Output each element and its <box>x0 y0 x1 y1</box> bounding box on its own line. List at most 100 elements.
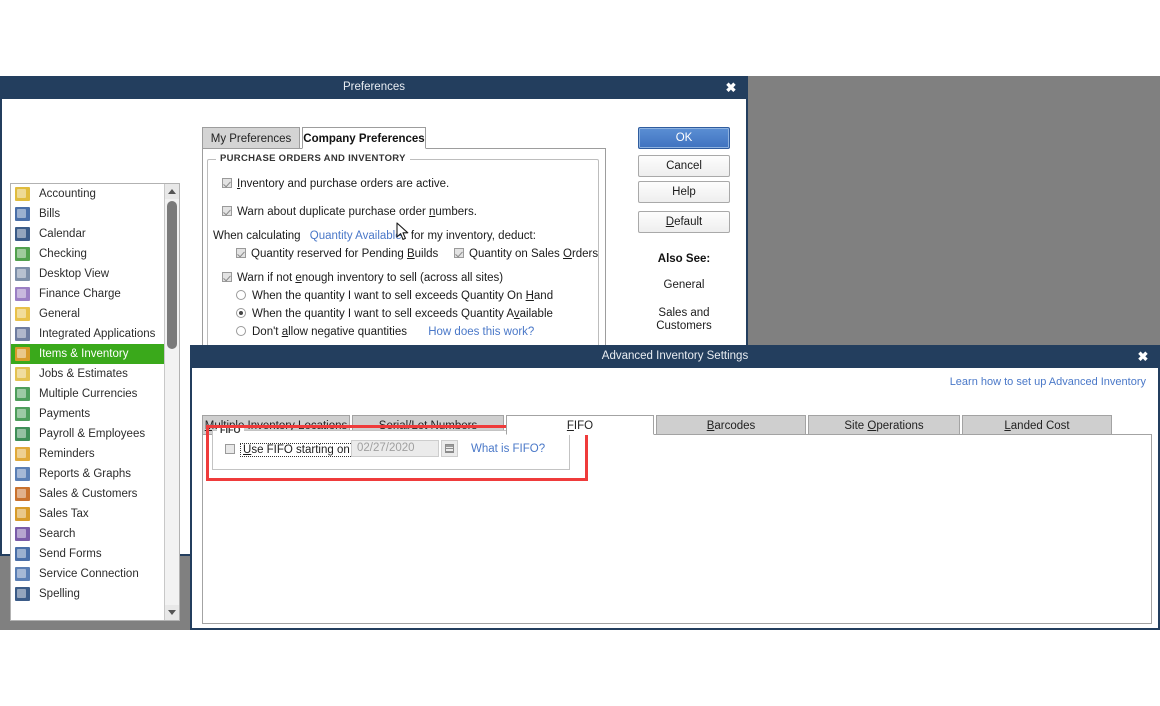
advanced-inventory-titlebar[interactable]: Advanced Inventory Settings ✖ <box>190 345 1160 368</box>
checkbox-pending-builds-box[interactable] <box>236 248 246 258</box>
sidebar-item-label: Search <box>39 528 76 540</box>
scrollbar-thumb[interactable] <box>167 201 177 349</box>
sales-tax-icon <box>15 507 30 521</box>
preferences-sidebar: Accounting Bills Calendar Checking Desktop V… <box>10 183 180 621</box>
checkbox-warn-not-enough-inventory[interactable]: Warn if not enough inventory to sell (ac… <box>222 272 503 284</box>
help-button[interactable]: Help <box>638 181 730 203</box>
tab-site-operations[interactable]: Site Operations <box>808 415 960 435</box>
advanced-inventory-body: Learn how to set up Advanced Inventory M… <box>190 368 1160 630</box>
radio-exceeds-quantity-available-box[interactable] <box>236 308 246 318</box>
send-forms-icon <box>15 547 30 561</box>
radio-exceeds-quantity-on-hand[interactable]: When the quantity I want to sell exceeds… <box>236 290 553 302</box>
also-see-link-sales-and-customers[interactable]: Sales and Customers <box>632 307 736 333</box>
scroll-down-arrow-icon[interactable] <box>165 605 179 620</box>
tab-landed-cost[interactable]: Landed Cost <box>962 415 1112 435</box>
sidebar-item-checking[interactable]: Checking <box>11 244 179 264</box>
close-icon[interactable]: ✖ <box>1134 348 1152 365</box>
default-button[interactable]: Default <box>638 211 730 233</box>
general-icon <box>15 307 30 321</box>
sidebar-item-label: Payments <box>39 408 91 420</box>
sidebar-item-general[interactable]: General <box>11 304 179 324</box>
tab-my-preferences[interactable]: My Preferences <box>202 127 300 149</box>
sidebar-item-payments[interactable]: Payments <box>11 404 179 424</box>
checkbox-warn-not-enough-inventory-box[interactable] <box>222 272 232 282</box>
finance-charge-icon <box>15 287 30 301</box>
sidebar-item-service-connection[interactable]: Service Connection <box>11 564 179 584</box>
sidebar-item-desktop-view[interactable]: Desktop View <box>11 264 179 284</box>
sidebar-item-integrated-applications[interactable]: Integrated Applications <box>11 324 179 344</box>
tab-fifo[interactable]: FIFO <box>506 415 654 435</box>
tab-company-preferences[interactable]: Company Preferences <box>302 127 426 149</box>
tab-company-preferences-label: Company Preferences <box>303 133 425 145</box>
radio-exceeds-quantity-on-hand-box[interactable] <box>236 290 246 300</box>
radio-exceeds-quantity-available[interactable]: When the quantity I want to sell exceeds… <box>236 308 553 320</box>
preferences-window-title: Preferences <box>342 81 405 93</box>
cancel-button[interactable]: Cancel <box>638 155 730 177</box>
reports-graphs-icon <box>15 467 30 481</box>
sidebar-item-finance-charge[interactable]: Finance Charge <box>11 284 179 304</box>
checkbox-inventory-active[interactable]: Inventory and purchase orders are active… <box>222 178 449 190</box>
sidebar-item-reminders[interactable]: Reminders <box>11 444 179 464</box>
sidebar-item-label: Calendar <box>39 228 86 240</box>
calc-line-suffix: for my inventory, deduct: <box>410 230 536 242</box>
sidebar-item-sales-customers[interactable]: Sales & Customers <box>11 484 179 504</box>
sidebar-item-jobs-estimates[interactable]: Jobs & Estimates <box>11 364 179 384</box>
sidebar-item-label: Finance Charge <box>39 288 121 300</box>
learn-advanced-inventory-link[interactable]: Learn how to set up Advanced Inventory <box>950 376 1146 388</box>
sidebar-item-send-forms[interactable]: Send Forms <box>11 544 179 564</box>
quantity-available-link[interactable]: Quantity Available <box>310 230 402 242</box>
advanced-inventory-settings-window: Advanced Inventory Settings ✖ Learn how … <box>190 345 1160 630</box>
sidebar-item-label: Sales & Customers <box>39 488 138 500</box>
sidebar-item-label: Payroll & Employees <box>39 428 146 440</box>
tab-landed-cost-label: Landed Cost <box>1004 420 1070 432</box>
sidebar-item-spelling[interactable]: Spelling <box>11 584 179 604</box>
sidebar-item-label: Reports & Graphs <box>39 468 132 480</box>
checkbox-sales-orders-label: Quantity on Sales Orders <box>469 248 599 260</box>
sidebar-item-sales-tax[interactable]: Sales Tax <box>11 504 179 524</box>
sidebar-item-search[interactable]: Search <box>11 524 179 544</box>
also-see-title: Also See: <box>657 253 711 265</box>
close-icon[interactable]: ✖ <box>722 79 740 96</box>
sidebar-item-label: Send Forms <box>39 548 102 560</box>
checkbox-warn-duplicate-po-label: Warn about duplicate purchase order numb… <box>237 206 477 218</box>
checking-icon <box>15 247 30 261</box>
checkbox-pending-builds[interactable]: Quantity reserved for Pending Builds <box>236 248 438 260</box>
preferences-titlebar[interactable]: Preferences ✖ <box>0 76 748 99</box>
checkbox-pending-builds-label: Quantity reserved for Pending Builds <box>251 248 439 260</box>
multiple-currencies-icon <box>15 387 30 401</box>
checkbox-warn-duplicate-po[interactable]: Warn about duplicate purchase order numb… <box>222 206 477 218</box>
checkbox-warn-duplicate-po-box[interactable] <box>222 206 232 216</box>
sidebar-item-label: Multiple Currencies <box>39 388 138 400</box>
checkbox-sales-orders[interactable]: Quantity on Sales Orders <box>454 248 598 260</box>
sales-customers-icon <box>15 487 30 501</box>
mouse-pointer-icon <box>396 222 409 240</box>
sidebar-item-payroll-employees[interactable]: Payroll & Employees <box>11 424 179 444</box>
sidebar-item-items-inventory[interactable]: Items & Inventory <box>11 344 179 364</box>
sidebar-item-multiple-currencies[interactable]: Multiple Currencies <box>11 384 179 404</box>
sidebar-item-list: Accounting Bills Calendar Checking Desktop V… <box>11 184 179 604</box>
tab-barcodes[interactable]: Barcodes <box>656 415 806 435</box>
items-inventory-icon <box>15 347 30 361</box>
radio-dont-allow-negative-box[interactable] <box>236 326 246 336</box>
group-title: PURCHASE ORDERS AND INVENTORY <box>216 153 410 164</box>
ok-button[interactable]: OK <box>638 127 730 149</box>
radio-exceeds-quantity-on-hand-label: When the quantity I want to sell exceeds… <box>252 290 554 302</box>
sidebar-scrollbar[interactable] <box>164 184 179 620</box>
how-does-this-work-link[interactable]: How does this work? <box>428 326 534 338</box>
radio-dont-allow-negative[interactable]: Don't allow negative quantities How does… <box>236 326 534 338</box>
checkbox-sales-orders-box[interactable] <box>454 248 464 258</box>
payroll-employees-icon <box>15 427 30 441</box>
tab-my-preferences-label: My Preferences <box>210 133 292 145</box>
sidebar-item-accounting[interactable]: Accounting <box>11 184 179 204</box>
sidebar-item-label: Desktop View <box>39 268 110 280</box>
checkbox-inventory-active-box[interactable] <box>222 178 232 188</box>
calendar-icon <box>15 227 30 241</box>
tab-site-operations-label: Site Operations <box>844 420 924 432</box>
also-see-link-general[interactable]: General <box>632 279 736 292</box>
accounting-icon <box>15 187 30 201</box>
sidebar-item-reports-graphs[interactable]: Reports & Graphs <box>11 464 179 484</box>
scroll-up-arrow-icon[interactable] <box>165 184 179 199</box>
sidebar-item-bills[interactable]: Bills <box>11 204 179 224</box>
sidebar-item-calendar[interactable]: Calendar <box>11 224 179 244</box>
sidebar-item-label: Sales Tax <box>39 508 89 520</box>
